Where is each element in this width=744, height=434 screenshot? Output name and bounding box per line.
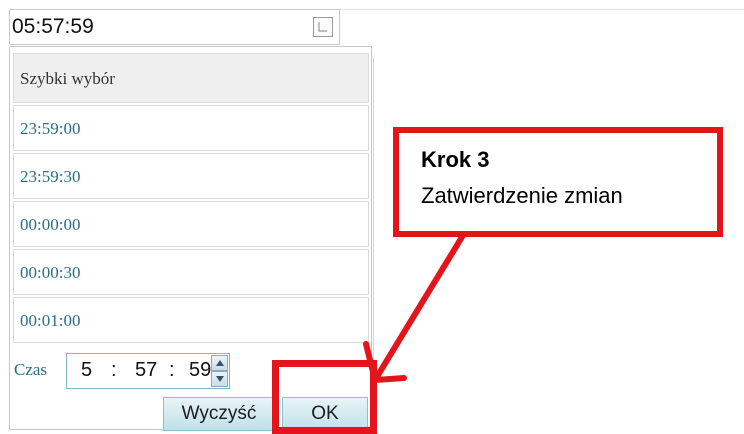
ok-button-highlight	[272, 360, 377, 434]
